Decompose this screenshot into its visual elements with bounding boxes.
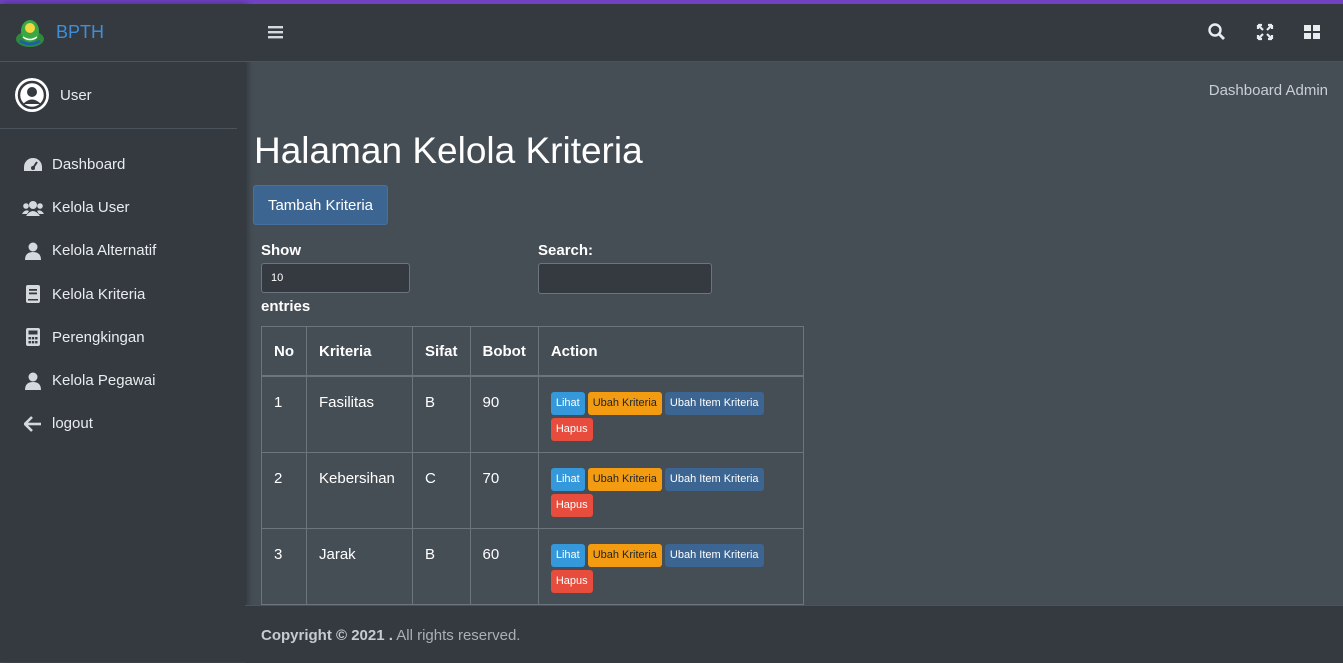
footer: Copyright © 2021 . All rights reserved. xyxy=(245,605,1343,663)
cell-kriteria: Jarak xyxy=(306,527,413,605)
table-row: 2 Kebersihan C 70 Lihat Ubah Kriteria Ub… xyxy=(261,451,804,529)
cell-bobot: 90 xyxy=(469,375,539,453)
cell-bobot: 70 xyxy=(469,451,539,529)
column-header-sifat[interactable]: Sifat xyxy=(412,326,471,377)
cell-action: Lihat Ubah Kriteria Ubah Item Kriteria H… xyxy=(537,527,804,605)
th-large-icon[interactable] xyxy=(1302,22,1322,42)
brand-name: BPTH xyxy=(56,22,105,42)
view-button[interactable]: Lihat xyxy=(550,392,585,415)
sidebar-item-label: Kelola Alternatif xyxy=(52,242,157,260)
arrow-left-icon xyxy=(22,414,44,434)
table-row: 1 Fasilitas B 90 Lihat Ubah Kriteria Uba… xyxy=(261,375,804,453)
cell-action: Lihat Ubah Kriteria Ubah Item Kriteria H… xyxy=(537,451,804,529)
breadcrumb[interactable]: Dashboard Admin xyxy=(1209,82,1328,99)
table-header-row: No Kriteria Sifat Bobot Action xyxy=(261,326,804,377)
expand-icon[interactable] xyxy=(1255,22,1275,42)
calculator-icon xyxy=(22,327,44,347)
cell-action: Lihat Ubah Kriteria Ubah Item Kriteria H… xyxy=(537,375,804,453)
column-header-no[interactable]: No xyxy=(261,326,307,377)
cell-sifat: B xyxy=(412,527,471,605)
column-header-bobot[interactable]: Bobot xyxy=(469,326,539,377)
search-label: Search: xyxy=(538,242,594,259)
sidebar-item-label: Kelola User xyxy=(52,199,130,217)
avatar xyxy=(15,78,49,112)
tachometer-icon xyxy=(22,155,44,175)
delete-button[interactable]: Hapus xyxy=(550,569,593,593)
sidebar-item-label: Perengkingan xyxy=(52,328,145,346)
edit-criteria-button[interactable]: Ubah Kriteria xyxy=(587,467,662,491)
delete-button[interactable]: Hapus xyxy=(550,493,593,517)
copyright-rest: All rights reserved. xyxy=(392,627,521,644)
cell-kriteria: Kebersihan xyxy=(306,451,413,529)
top-navbar xyxy=(245,4,1343,62)
copyright-text: Copyright © 2021 . All rights reserved. xyxy=(261,627,520,644)
user-panel[interactable]: User xyxy=(0,62,237,129)
cell-bobot: 60 xyxy=(469,527,539,605)
book-icon xyxy=(22,284,44,304)
sidebar-item-kelola-kriteria[interactable]: Kelola Kriteria xyxy=(0,273,245,316)
user-circle-icon xyxy=(17,80,47,110)
column-header-action: Action xyxy=(537,326,804,377)
delete-button[interactable]: Hapus xyxy=(550,418,593,441)
sidebar-item-label: logout xyxy=(52,415,93,433)
copyright-strong: Copyright © 2021 . xyxy=(261,627,393,644)
cell-sifat: B xyxy=(412,375,471,453)
sidebar-item-kelola-alternatif[interactable]: Kelola Alternatif xyxy=(0,229,245,272)
edit-criteria-button[interactable]: Ubah Kriteria xyxy=(587,543,662,567)
brand-logo-icon xyxy=(16,19,44,47)
search-input[interactable] xyxy=(538,263,712,294)
cell-no: 3 xyxy=(261,527,307,605)
edit-criteria-button[interactable]: Ubah Kriteria xyxy=(587,392,662,415)
content-wrapper: Dashboard Admin Halaman Kelola Kriteria … xyxy=(245,62,1343,605)
cell-kriteria: Fasilitas xyxy=(306,375,413,453)
sidebar-item-perengkingan[interactable]: Perengkingan xyxy=(0,316,245,359)
add-criteria-button[interactable]: Tambah Kriteria xyxy=(253,185,388,225)
cell-no: 2 xyxy=(261,451,307,529)
cell-sifat: C xyxy=(412,451,471,529)
bars-icon[interactable] xyxy=(267,23,285,41)
sidebar-nav: Dashboard Kelola User Kelola Alternatif … xyxy=(0,143,245,445)
view-button[interactable]: Lihat xyxy=(550,467,585,491)
user-name: User xyxy=(60,86,92,104)
sidebar-item-label: Dashboard xyxy=(52,156,126,174)
sidebar-item-label: Kelola Kriteria xyxy=(52,285,146,303)
sidebar-item-kelola-user[interactable]: Kelola User xyxy=(0,186,245,229)
sidebar-item-kelola-pegawai[interactable]: Kelola Pegawai xyxy=(0,359,245,402)
column-header-kriteria[interactable]: Kriteria xyxy=(306,326,413,377)
sidebar-item-logout[interactable]: logout xyxy=(0,402,245,445)
entries-select[interactable]: 10 xyxy=(261,263,410,293)
page-title: Halaman Kelola Kriteria xyxy=(254,130,643,171)
edit-criteria-items-button[interactable]: Ubah Item Kriteria xyxy=(664,392,764,415)
users-icon xyxy=(22,198,44,218)
table-row: 3 Jarak B 60 Lihat Ubah Kriteria Ubah It… xyxy=(261,527,804,605)
user-icon xyxy=(22,241,44,261)
cell-no: 1 xyxy=(261,375,307,453)
sidebar-item-label: Kelola Pegawai xyxy=(52,372,156,390)
brand-link[interactable]: BPTH xyxy=(0,4,245,62)
criteria-table: No Kriteria Sifat Bobot Action 1 Fasilit… xyxy=(261,326,804,605)
sidebar-item-dashboard[interactable]: Dashboard xyxy=(0,143,245,186)
edit-criteria-items-button[interactable]: Ubah Item Kriteria xyxy=(664,543,764,567)
entries-label: entries xyxy=(261,298,311,315)
view-button[interactable]: Lihat xyxy=(550,543,585,567)
sidebar: BPTH User Dashboard Kelola User Kelola A… xyxy=(0,4,245,662)
user-icon xyxy=(22,371,44,391)
edit-criteria-items-button[interactable]: Ubah Item Kriteria xyxy=(664,467,764,491)
show-label: Show xyxy=(261,242,301,259)
search-icon[interactable] xyxy=(1207,22,1227,42)
